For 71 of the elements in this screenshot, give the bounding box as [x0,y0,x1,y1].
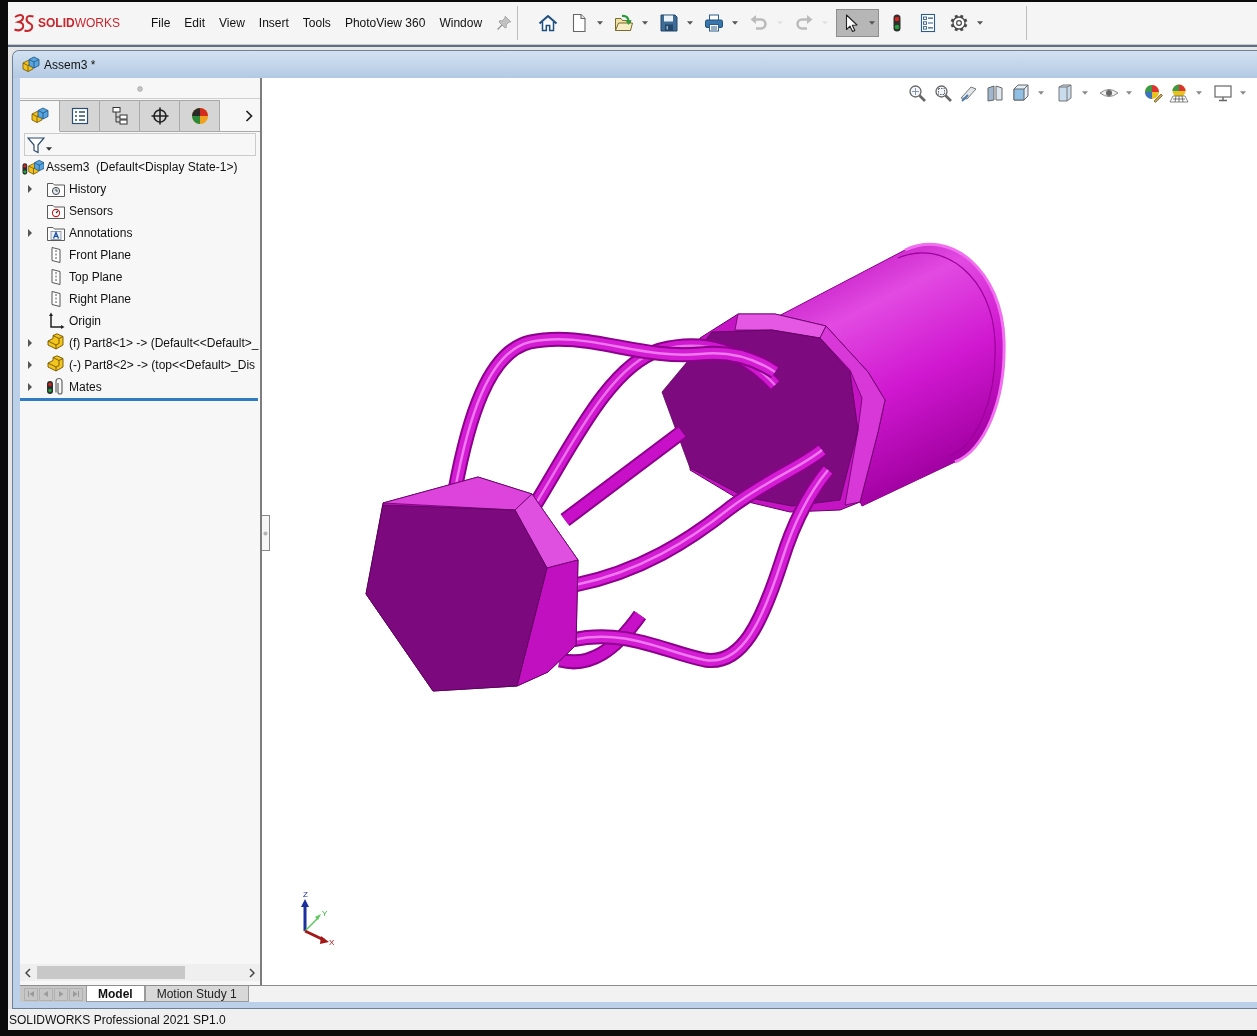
cube-icon[interactable] [1011,83,1031,103]
tree-item[interactable]: Origin [69,314,101,328]
menu-item[interactable]: PhotoView 360 [344,14,426,32]
tree-item[interactable]: Annotations [69,226,133,240]
caret-icon[interactable] [687,21,694,25]
shaded-box-icon[interactable] [1055,83,1075,103]
menu-item[interactable]: Tools [302,14,331,32]
caret-icon[interactable] [977,21,984,25]
settings-icon[interactable] [949,13,970,33]
assembly-icon [22,157,44,177]
configuration-tab[interactable] [100,100,140,132]
tree-item[interactable]: (-) Part8<2> -> (top<<Default>_Dis [69,358,256,372]
expand-arrow-icon[interactable] [28,383,32,391]
scroll-right-icon[interactable] [249,967,255,978]
caret-icon[interactable] [46,146,52,151]
tree-item[interactable]: Right Plane [69,292,132,306]
color-ball-scene-icon[interactable] [1169,83,1189,103]
select-button[interactable] [836,9,880,37]
display-tab[interactable] [180,100,220,132]
expand-arrow-icon[interactable] [28,361,32,369]
bottom-tab[interactable]: Model [86,986,145,1002]
printer-icon[interactable] [704,13,725,33]
tree-item[interactable]: Sensors [69,204,114,218]
bottom-tab[interactable]: Motion Study 1 [144,986,249,1002]
menu-item[interactable]: File [151,14,171,32]
horizontal-scrollbar[interactable] [20,964,260,981]
color-sphere-icon[interactable] [189,106,210,126]
chevron-right-icon[interactable] [245,109,253,122]
menu-item[interactable]: Window [439,14,483,32]
tree-item[interactable]: History [69,182,107,196]
axis-label: Z [303,890,308,899]
expand-arrow-icon[interactable] [28,185,32,193]
tree-diagram-icon[interactable] [109,106,130,126]
status-text: SOLIDWORKS Professional 2021 SP1.0 [9,1012,226,1027]
list-icon[interactable] [69,106,90,126]
axis-label: Y [322,909,328,918]
menu-item[interactable]: Edit [184,14,206,32]
logo-mark-icon [12,12,36,34]
tree-item[interactable]: Front Plane [69,248,132,262]
panel-collapse-handle[interactable] [262,515,270,551]
expand-arrow-icon[interactable] [28,229,32,237]
tree-item[interactable]: Assem3 (Default<Display State-1>) [46,160,238,174]
tree-item[interactable]: (f) Part8<1> -> (Default<<Default>_ [69,336,259,350]
axis-label: X [329,938,335,947]
caret-icon[interactable] [642,21,649,25]
menu-item[interactable]: View [219,14,245,32]
monitor-icon[interactable] [1213,83,1233,103]
open-folder-icon[interactable] [614,13,635,33]
caret-icon[interactable] [732,21,739,25]
axis-triad-icon [301,899,329,944]
menu-item[interactable]: Insert [258,14,289,32]
dimxpert-tab[interactable] [140,100,180,132]
crosshair-icon[interactable] [149,106,170,126]
tree-item[interactable]: Mates [69,380,102,394]
expand-arrow-icon[interactable] [28,339,32,347]
assembly-icon [21,54,41,75]
app-logo: SOLIDWORKS [38,16,120,30]
scrollbar-thumb[interactable] [37,966,185,979]
handle-dot-icon [263,530,268,536]
caret-icon[interactable] [597,21,604,25]
filter-field[interactable] [24,133,256,156]
property-tab[interactable] [60,100,100,132]
tree-item[interactable]: Top Plane [69,270,123,284]
funnel-icon[interactable] [27,135,45,154]
mates-icon [46,377,66,397]
feature-tree-tab[interactable] [20,100,60,132]
drag-handle-icon[interactable] [137,85,143,92]
origin-axes-icon [46,311,66,331]
cubes-icon[interactable] [29,106,50,126]
document-title: Assem3 * [44,57,96,72]
scroll-left-icon[interactable] [25,967,31,978]
